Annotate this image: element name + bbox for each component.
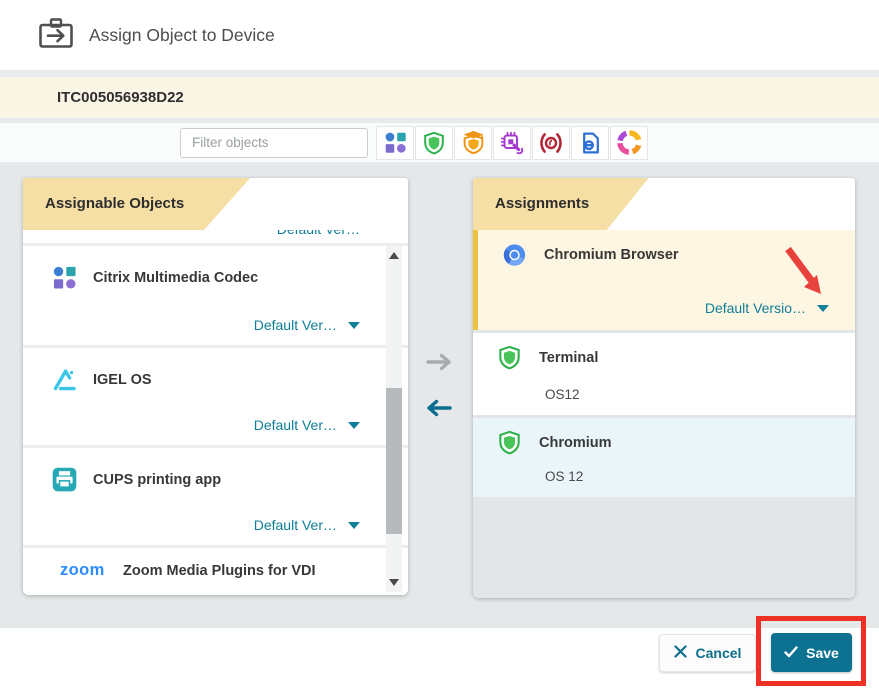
device-id: ITC005056938D22 [57, 89, 184, 106]
orange-shield-cap-icon[interactable] [454, 126, 492, 160]
unassign-left-arrow[interactable] [425, 398, 453, 423]
assign-object-dialog: Assign Object to Device ITC005056938D22 [0, 0, 879, 690]
grid-shapes-icon [51, 264, 78, 291]
assignments-panel: Assignments Chromium Browser Default Ver… [473, 178, 855, 598]
save-label: Save [806, 645, 839, 661]
chevron-down-icon [348, 322, 360, 329]
assign-object-icon [38, 17, 74, 54]
version-label: Default Ver… [254, 317, 337, 333]
filter-input[interactable] [180, 128, 368, 158]
chromium-icon [502, 242, 527, 267]
assignments-header: Assignments [473, 178, 855, 230]
object-type-filter-group [376, 126, 648, 160]
blue-file-clip-icon[interactable] [571, 126, 609, 160]
igel-triangle-icon [51, 366, 78, 393]
device-bar: ITC005056938D22 [0, 77, 879, 118]
color-wheel-icon[interactable] [610, 126, 648, 160]
version-label: Default Ver… [254, 517, 337, 533]
object-os-label: OS12 [545, 387, 580, 402]
list-item-cups-printing-app[interactable]: CUPS printing app Default Ver… [23, 448, 408, 545]
list-item-citrix-multimedia-codec[interactable]: Citrix Multimedia Codec Default Ver… [23, 246, 408, 345]
scrollbar[interactable] [386, 246, 402, 592]
version-dropdown[interactable]: Default Ver… [254, 317, 360, 333]
assign-right-arrow[interactable] [425, 352, 453, 377]
chevron-down-icon [817, 305, 829, 312]
assignment-item-chromium[interactable]: Chromium OS 12 [473, 418, 855, 497]
object-name: IGEL OS [93, 372, 152, 388]
assignment-item-chromium-browser[interactable]: Chromium Browser Default Versio… [473, 230, 855, 330]
version-dropdown[interactable]: Default Versio… [705, 300, 829, 316]
assignable-objects-list: Default Ver… Citrix Multimedia Codec [23, 230, 408, 595]
cancel-label: Cancel [696, 645, 742, 661]
object-os-label: OS 12 [545, 469, 583, 484]
green-shield-icon[interactable] [415, 126, 453, 160]
object-name: Chromium Browser [544, 247, 679, 263]
check-icon [784, 645, 798, 661]
printer-icon [51, 466, 78, 493]
dialog-title: Assign Object to Device [89, 25, 275, 46]
version-dropdown[interactable]: Default Ver… [254, 517, 360, 533]
object-name: Citrix Multimedia Codec [93, 270, 258, 286]
save-button[interactable]: Save [771, 633, 852, 672]
object-name: CUPS printing app [93, 472, 221, 488]
list-item-igel-os[interactable]: IGEL OS Default Ver… [23, 348, 408, 445]
scroll-down-icon[interactable] [389, 579, 399, 586]
scrollbar-thumb[interactable] [386, 388, 402, 534]
divider [0, 70, 879, 77]
grid-shapes-icon[interactable] [376, 126, 414, 160]
filter-toolbar [0, 123, 879, 162]
version-dropdown[interactable]: Default Ver… [277, 230, 360, 237]
assignable-objects-header: Assignable Objects [23, 178, 408, 230]
assignable-objects-panel: Assignable Objects Default Ver… [23, 178, 408, 595]
x-icon [674, 645, 687, 661]
object-name: Chromium [539, 435, 612, 451]
version-label: Default Ver… [254, 417, 337, 433]
assignment-area: Assignable Objects Default Ver… [0, 166, 879, 628]
scroll-up-icon[interactable] [389, 252, 399, 259]
red-parentheses-ring-icon[interactable] [532, 126, 570, 160]
list-item-zoom-media-plugins[interactable]: zoom Zoom Media Plugins for VDI [23, 548, 408, 595]
clipped-list-item: Default Ver… [23, 230, 408, 243]
purple-chip-wrench-icon[interactable] [493, 126, 531, 160]
panel-title: Assignable Objects [45, 178, 184, 230]
zoom-wordmark-icon: zoom [60, 561, 105, 580]
version-dropdown[interactable]: Default Ver… [254, 417, 360, 433]
panel-title: Assignments [495, 178, 589, 230]
version-label: Default Ver… [277, 230, 360, 237]
object-name: Zoom Media Plugins for VDI [123, 563, 316, 579]
chevron-down-icon [348, 422, 360, 429]
assignment-item-terminal[interactable]: Terminal OS12 [473, 333, 855, 415]
dialog-header: Assign Object to Device [0, 0, 879, 70]
cancel-button[interactable]: Cancel [659, 634, 756, 672]
chevron-down-icon [348, 522, 360, 529]
green-shield-icon [497, 430, 522, 455]
version-label: Default Versio… [705, 300, 806, 316]
dialog-footer: Cancel Save [0, 628, 879, 690]
object-name: Terminal [539, 350, 598, 366]
green-shield-icon [497, 345, 522, 370]
